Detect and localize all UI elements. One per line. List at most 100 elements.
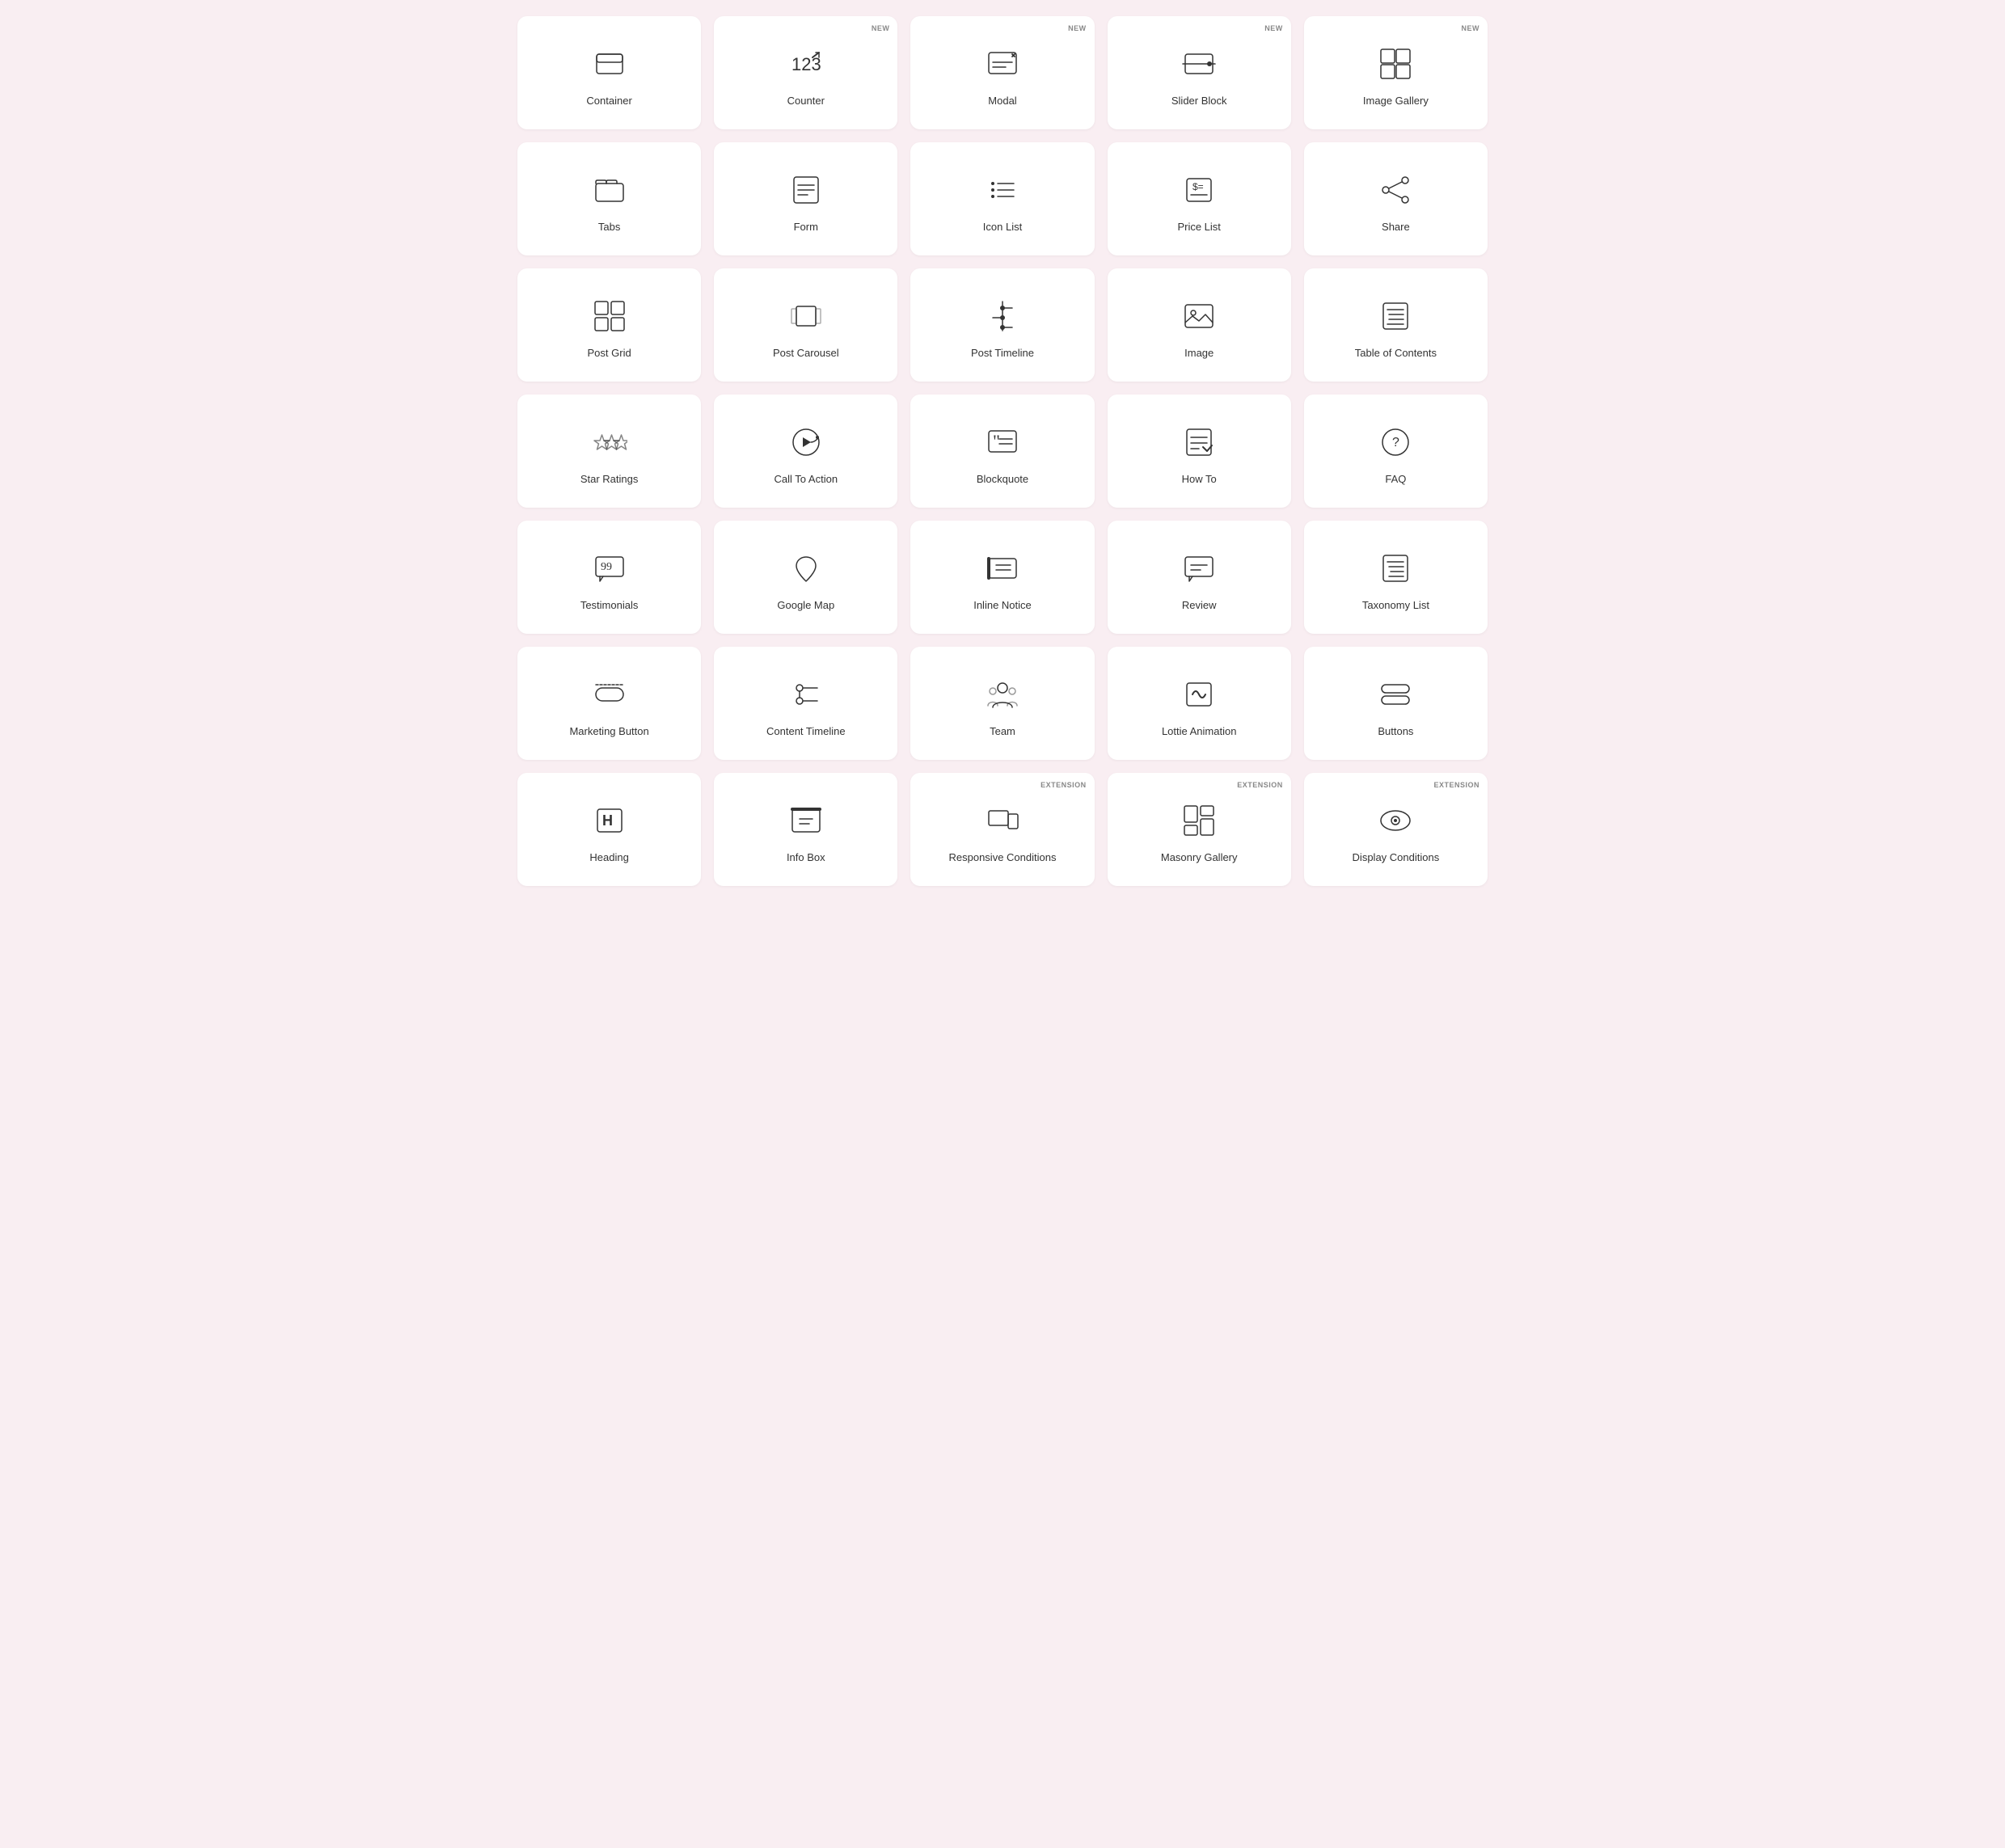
card-image[interactable]: Image xyxy=(1108,268,1291,382)
svg-text:": " xyxy=(993,431,1000,451)
counter-icon: 123 xyxy=(785,43,827,85)
card-post-carousel[interactable]: Post Carousel xyxy=(714,268,897,382)
card-post-timeline[interactable]: Post Timeline xyxy=(910,268,1094,382)
form-label: Form xyxy=(794,221,818,234)
slider-block-label: Slider Block xyxy=(1171,95,1227,108)
price-list-label: Price List xyxy=(1177,221,1220,234)
card-buttons[interactable]: Buttons xyxy=(1304,647,1488,760)
card-display-conditions[interactable]: EXTENSION Display Conditions xyxy=(1304,773,1488,886)
price-list-icon: $= xyxy=(1178,169,1220,211)
team-label: Team xyxy=(990,725,1015,739)
card-inline-notice[interactable]: Inline Notice xyxy=(910,521,1094,634)
team-icon xyxy=(981,673,1024,715)
testimonials-icon: 99 xyxy=(589,547,631,589)
card-price-list[interactable]: $= Price List xyxy=(1108,142,1291,255)
card-testimonials[interactable]: 99 Testimonials xyxy=(517,521,701,634)
share-label: Share xyxy=(1382,221,1410,234)
card-modal[interactable]: NEW Modal xyxy=(910,16,1094,129)
svg-text:99: 99 xyxy=(601,561,612,573)
modal-icon xyxy=(981,43,1024,85)
card-responsive-conditions[interactable]: EXTENSION Responsive Conditions xyxy=(910,773,1094,886)
badge-masonry-gallery: EXTENSION xyxy=(1237,781,1283,789)
post-timeline-label: Post Timeline xyxy=(971,347,1034,361)
how-to-label: How To xyxy=(1182,473,1217,487)
svg-text:123: 123 xyxy=(791,54,821,74)
card-lottie-animation[interactable]: Lottie Animation xyxy=(1108,647,1291,760)
card-faq[interactable]: ?FAQ xyxy=(1304,394,1488,508)
card-how-to[interactable]: How To xyxy=(1108,394,1291,508)
marketing-button-icon xyxy=(589,673,631,715)
google-map-icon xyxy=(785,547,827,589)
badge-responsive-conditions: EXTENSION xyxy=(1040,781,1087,789)
post-grid-icon xyxy=(589,295,631,337)
card-counter[interactable]: NEW 123 Counter xyxy=(714,16,897,129)
star-ratings-label: Star Ratings xyxy=(580,473,639,487)
svg-text:?: ? xyxy=(1392,436,1399,449)
image-label: Image xyxy=(1184,347,1214,361)
card-team[interactable]: Team xyxy=(910,647,1094,760)
card-taxonomy-list[interactable]: Taxonomy List xyxy=(1304,521,1488,634)
form-icon xyxy=(785,169,827,211)
card-review[interactable]: Review xyxy=(1108,521,1291,634)
card-content-timeline[interactable]: Content Timeline xyxy=(714,647,897,760)
slider-block-icon xyxy=(1178,43,1220,85)
image-icon xyxy=(1178,295,1220,337)
counter-label: Counter xyxy=(787,95,825,108)
star-ratings-icon xyxy=(589,421,631,463)
image-gallery-label: Image Gallery xyxy=(1363,95,1429,108)
info-box-icon xyxy=(785,800,827,842)
info-box-label: Info Box xyxy=(787,851,825,865)
card-share[interactable]: Share xyxy=(1304,142,1488,255)
masonry-gallery-label: Masonry Gallery xyxy=(1161,851,1238,865)
review-label: Review xyxy=(1182,599,1217,613)
modal-label: Modal xyxy=(988,95,1016,108)
card-image-gallery[interactable]: NEW Image Gallery xyxy=(1304,16,1488,129)
blockquote-icon: " xyxy=(981,421,1024,463)
table-of-contents-label: Table of Contents xyxy=(1355,347,1437,361)
buttons-label: Buttons xyxy=(1378,725,1413,739)
tabs-icon xyxy=(589,169,631,211)
taxonomy-list-label: Taxonomy List xyxy=(1362,599,1429,613)
taxonomy-list-icon xyxy=(1374,547,1416,589)
badge-slider-block: NEW xyxy=(1264,24,1283,32)
post-carousel-icon xyxy=(785,295,827,337)
badge-display-conditions: EXTENSION xyxy=(1433,781,1479,789)
card-masonry-gallery[interactable]: EXTENSION Masonry Gallery xyxy=(1108,773,1291,886)
masonry-gallery-icon xyxy=(1178,800,1220,842)
lottie-animation-icon xyxy=(1178,673,1220,715)
card-call-to-action[interactable]: Call To Action xyxy=(714,394,897,508)
post-grid-label: Post Grid xyxy=(588,347,631,361)
card-marketing-button[interactable]: Marketing Button xyxy=(517,647,701,760)
card-blockquote[interactable]: "Blockquote xyxy=(910,394,1094,508)
inline-notice-icon xyxy=(981,547,1024,589)
card-google-map[interactable]: Google Map xyxy=(714,521,897,634)
table-of-contents-icon xyxy=(1374,295,1416,337)
card-icon-list[interactable]: Icon List xyxy=(910,142,1094,255)
card-form[interactable]: Form xyxy=(714,142,897,255)
card-heading[interactable]: HHeading xyxy=(517,773,701,886)
icon-list-icon xyxy=(981,169,1024,211)
testimonials-label: Testimonials xyxy=(580,599,639,613)
badge-modal: NEW xyxy=(1068,24,1087,32)
buttons-icon xyxy=(1374,673,1416,715)
inline-notice-label: Inline Notice xyxy=(973,599,1032,613)
heading-icon: H xyxy=(589,800,631,842)
badge-image-gallery: NEW xyxy=(1461,24,1479,32)
review-icon xyxy=(1178,547,1220,589)
card-table-of-contents[interactable]: Table of Contents xyxy=(1304,268,1488,382)
marketing-button-label: Marketing Button xyxy=(569,725,648,739)
card-star-ratings[interactable]: Star Ratings xyxy=(517,394,701,508)
badge-counter: NEW xyxy=(872,24,890,32)
card-info-box[interactable]: Info Box xyxy=(714,773,897,886)
card-slider-block[interactable]: NEW Slider Block xyxy=(1108,16,1291,129)
container-icon xyxy=(589,43,631,85)
responsive-conditions-label: Responsive Conditions xyxy=(949,851,1057,865)
card-post-grid[interactable]: Post Grid xyxy=(517,268,701,382)
post-carousel-label: Post Carousel xyxy=(773,347,839,361)
card-container[interactable]: Container xyxy=(517,16,701,129)
display-conditions-label: Display Conditions xyxy=(1353,851,1440,865)
tabs-label: Tabs xyxy=(598,221,620,234)
responsive-conditions-icon xyxy=(981,800,1024,842)
container-label: Container xyxy=(586,95,631,108)
card-tabs[interactable]: Tabs xyxy=(517,142,701,255)
